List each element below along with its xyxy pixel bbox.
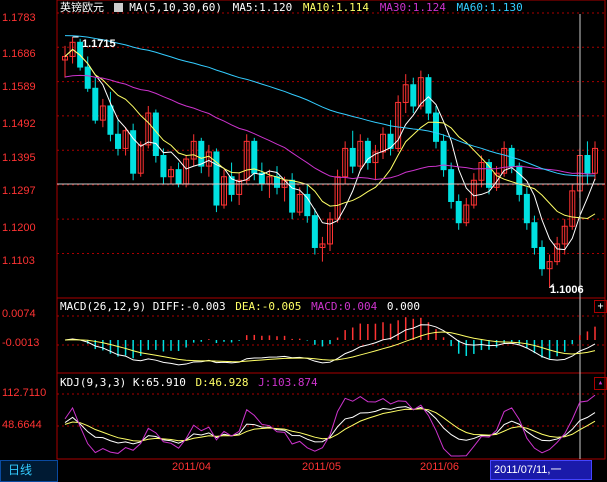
main-legend: 英镑欧元 MA(5,10,30,60) MA5:1.120 MA10:1.114… (60, 2, 523, 14)
ma5-label: MA5:1.120 (232, 1, 293, 14)
x-label-1: 2011/04 (172, 461, 211, 473)
y-tick-1: 1.1783 (2, 12, 36, 24)
candle-body (455, 200, 462, 224)
macd-diff: DIFF:-0.003 (152, 300, 226, 313)
ma-icon (113, 3, 123, 12)
instrument-name: 英镑欧元 (60, 1, 104, 14)
y-tick-8: 1.1103 (2, 255, 35, 267)
kdj-indicator: KDJ(9,3,3) (60, 376, 127, 389)
ma30-label: MA30:1.124 (379, 1, 446, 14)
ma10-line (64, 48, 596, 219)
low-marker: 1.1006 (550, 284, 584, 296)
period-tab-label: 日线 (8, 463, 33, 477)
candle-body (289, 179, 296, 213)
kdj-j-line (64, 394, 596, 457)
candle-body (433, 112, 439, 142)
macd-indicator: MACD(26,12,9) (60, 300, 147, 313)
x-label-3: 2011/06 (420, 461, 459, 473)
kdj-legend: KDJ(9,3,3) K:65.910 D:46.928 J:103.874 (60, 377, 318, 389)
kdj-y-tick-2: 48.6644 (2, 419, 42, 431)
candle-body (160, 155, 167, 178)
y-tick-5: 1.1395 (2, 152, 36, 164)
chart-frame (56, 0, 606, 460)
macd-extra: 0.000 (386, 300, 421, 313)
candle-body (198, 140, 205, 167)
kdj-expand-button[interactable]: ▴ (594, 377, 607, 390)
x-label-2: 2011/05 (302, 461, 341, 473)
candle-body (274, 176, 280, 188)
macd-value: MACD:0.004 (311, 300, 378, 313)
kdj-y-tick-1: 112.7110 (2, 387, 47, 399)
kdj-j: J:103.874 (258, 376, 318, 389)
candle-body (213, 151, 220, 206)
kdj-d: D:46.928 (195, 376, 249, 389)
candle-body (130, 130, 137, 174)
candle-body (584, 155, 591, 174)
macd-legend: MACD(26,12,9) DIFF:-0.003 DEA:-0.005 MAC… (60, 301, 420, 313)
candle-body (107, 105, 114, 135)
candle-body (311, 215, 318, 248)
y-tick-2: 1.1686 (2, 48, 36, 60)
candle-body (92, 87, 99, 121)
cursor-date: 2011/07/11,一 (494, 464, 562, 476)
candle-body (531, 222, 538, 248)
macd-dea-line (64, 331, 596, 363)
y-tick-3: 1.1589 (2, 81, 36, 93)
candle-body (516, 165, 523, 195)
y-tick-6: 1.1297 (2, 185, 36, 197)
y-tick-7: 1.1200 (2, 222, 36, 234)
ma10-label: MA10:1.114 (302, 1, 370, 14)
candle-body (425, 77, 432, 114)
candle-body (152, 112, 159, 157)
candle-body (410, 84, 417, 107)
kdj-k: K:65.910 (132, 376, 186, 389)
macd-diff-line (64, 324, 596, 366)
macd-y-tick-2: -0.0013 (2, 337, 40, 349)
ma60-label: MA60:1.130 (456, 1, 523, 14)
candle-body (251, 140, 258, 174)
candle-body (523, 193, 530, 224)
candle-body (539, 246, 545, 270)
macd-dea: DEA:-0.005 (235, 300, 302, 313)
ma60-line (64, 35, 596, 177)
candle-body (84, 66, 91, 89)
high-marker: 1.1715 (82, 38, 116, 50)
macd-expand-button[interactable]: + (594, 300, 607, 313)
candle-body (448, 169, 455, 202)
candle-body (115, 133, 121, 149)
candle-body (175, 169, 182, 185)
chart-canvas[interactable] (0, 0, 607, 480)
macd-y-tick-1: 0.0074 (2, 308, 36, 320)
main-indicator: MA(5,10,30,60) (129, 1, 222, 14)
ma30-line (64, 74, 596, 180)
y-tick-4: 1.1492 (2, 118, 36, 130)
candle-body (349, 147, 356, 167)
